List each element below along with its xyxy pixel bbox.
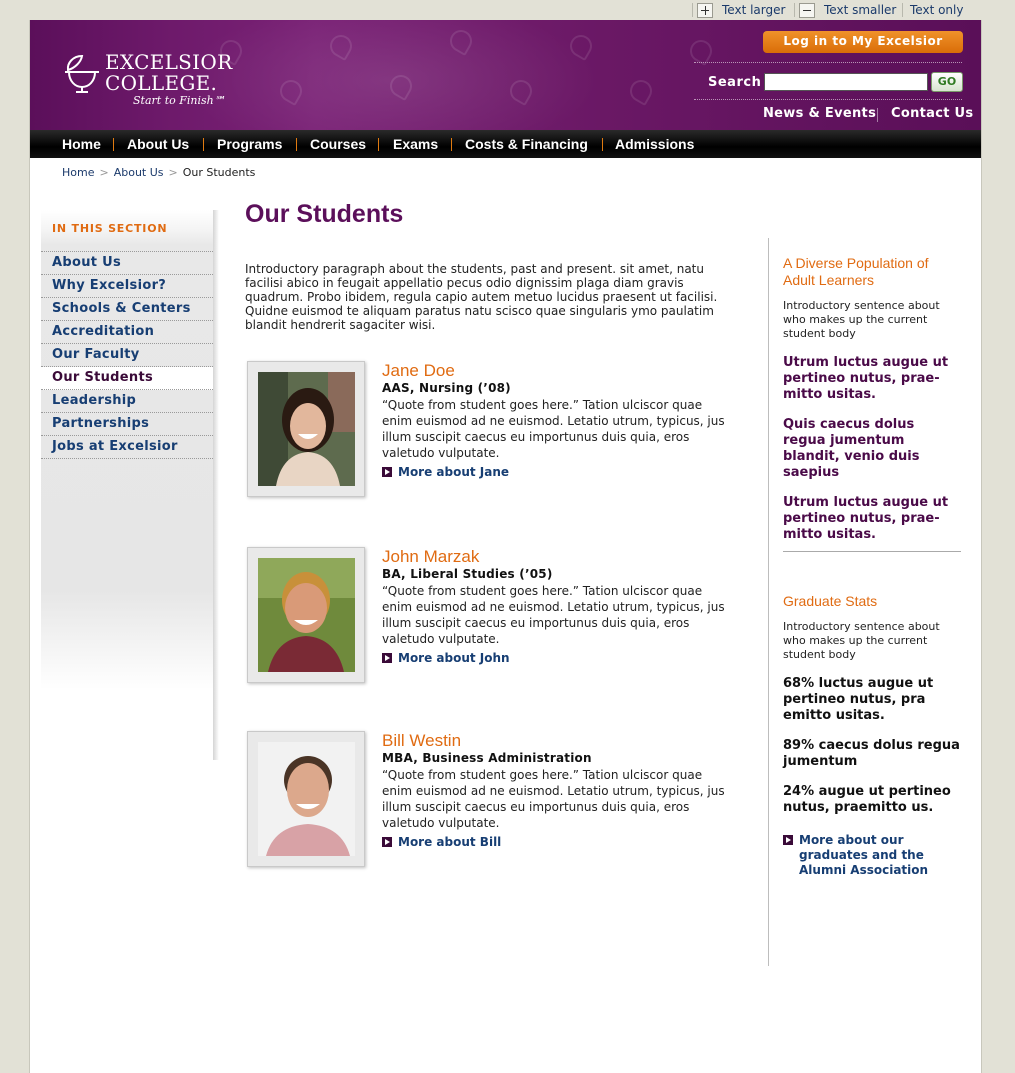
student-profile: Jane Doe AAS, Nursing (’08) “Quote from … — [247, 361, 747, 501]
text-larger-link[interactable]: Text larger — [697, 2, 785, 18]
more-about-jane-link[interactable]: More about Jane — [382, 465, 509, 479]
sidebar-item-jobs[interactable]: Jobs at Excelsior — [41, 436, 213, 459]
arrow-right-icon — [382, 837, 392, 847]
panel-divider — [783, 551, 961, 552]
nav-exams[interactable]: Exams — [393, 130, 438, 158]
sidebar-item-about-us[interactable]: About Us — [41, 252, 213, 275]
student-name: Jane Doe — [382, 361, 455, 380]
column-divider — [768, 238, 769, 966]
student-quote: “Quote from student goes here.” Tation u… — [382, 584, 725, 646]
student-photo — [258, 372, 355, 486]
graduate-stat: 68% luctus augue ut pertineo nutus, pra … — [783, 676, 934, 723]
minus-icon — [799, 2, 815, 18]
nav-programs[interactable]: Programs — [217, 130, 282, 158]
site-header: EXCELSIOR COLLEGE. Start to Finish℠ Log … — [30, 20, 981, 130]
sidebar-item-partnerships[interactable]: Partnerships — [41, 413, 213, 436]
header-divider — [694, 99, 962, 100]
logo-wordmark-line2: COLLEGE. — [105, 71, 218, 95]
logo-tagline: Start to Finish℠ — [133, 94, 225, 107]
text-larger-label: Text larger — [722, 3, 786, 17]
text-smaller-label: Text smaller — [824, 3, 897, 17]
student-quote: “Quote from student goes here.” Tation u… — [382, 398, 725, 460]
more-link-label: More about Bill — [398, 835, 502, 849]
main-nav: Home About Us Programs Courses Exams Cos… — [30, 130, 981, 158]
panel-intro: Introductory sentence about who makes up… — [783, 299, 940, 340]
sidebar-item-leadership[interactable]: Leadership — [41, 390, 213, 413]
breadcrumb-home[interactable]: Home — [62, 166, 94, 179]
arrow-right-icon — [382, 653, 392, 663]
more-about-bill-link[interactable]: More about Bill — [382, 835, 501, 849]
panel-highlight: Utrum luctus augue ut pertineo nutus, pr… — [783, 495, 949, 542]
student-degree: MBA, Business Administration — [382, 751, 592, 765]
login-button[interactable]: Log in to My Excelsior — [763, 31, 963, 53]
search-label: Search — [708, 75, 762, 90]
more-about-john-link[interactable]: More about John — [382, 651, 510, 665]
sidebar-item-our-students[interactable]: Our Students — [41, 367, 213, 390]
student-photo-frame — [247, 547, 365, 683]
student-photo — [258, 558, 355, 672]
page-container: EXCELSIOR COLLEGE. Start to Finish℠ Log … — [29, 20, 982, 1073]
nav-about-us[interactable]: About Us — [127, 130, 189, 158]
sidebar-item-accreditation[interactable]: Accreditation — [41, 321, 213, 344]
alumni-more-label: More about our graduates and the Alumni … — [799, 833, 929, 877]
nav-courses[interactable]: Courses — [310, 130, 366, 158]
excelsior-logo[interactable]: EXCELSIOR COLLEGE. Start to Finish℠ — [63, 50, 232, 110]
student-photo-frame — [247, 731, 365, 867]
panel-heading: A Diverse Population of Adult Learners — [783, 255, 929, 288]
graduate-stat: 24% augue ut pertineo nutus, praemitto u… — [783, 784, 951, 815]
sidebar-title: IN THIS SECTION — [52, 222, 168, 235]
page-title: Our Students — [245, 200, 404, 228]
sidebar-item-why-excelsior[interactable]: Why Excelsior? — [41, 275, 213, 298]
more-link-label: More about Jane — [398, 465, 510, 479]
text-smaller-link[interactable]: Text smaller — [799, 2, 896, 18]
nav-costs-financing[interactable]: Costs & Financing — [465, 130, 588, 158]
graduate-stat: 89% caecus dolus regua jumentum — [783, 738, 960, 769]
arrow-right-icon — [382, 467, 392, 477]
student-name: Bill Westin — [382, 731, 462, 750]
nav-admissions[interactable]: Admissions — [615, 130, 694, 158]
logo-mark-icon — [65, 54, 99, 93]
contact-us-link[interactable]: Contact Us — [891, 106, 973, 121]
utility-divider — [692, 3, 693, 17]
breadcrumb-current: Our Students — [182, 166, 256, 179]
student-degree: BA, Liberal Studies (’05) — [382, 567, 553, 581]
plus-icon — [697, 2, 713, 18]
arrow-right-icon — [783, 835, 793, 845]
more-link-label: More about John — [398, 651, 510, 665]
alumni-more-link[interactable]: More about our graduates and the Alumni … — [783, 833, 961, 878]
student-photo — [258, 742, 355, 856]
utility-divider — [794, 3, 795, 17]
breadcrumb: Home > About Us > Our Students — [62, 166, 256, 179]
diverse-population-panel: A Diverse Population of Adult Learners I… — [783, 255, 961, 543]
text-only-label: Text only — [910, 3, 964, 17]
breadcrumb-about-us[interactable]: About Us — [114, 166, 164, 179]
nav-home[interactable]: Home — [62, 130, 101, 158]
panel-highlight: Quis caecus dolus regua jumentum blandit… — [783, 417, 920, 480]
student-profile: John Marzak BA, Liberal Studies (’05) “Q… — [247, 547, 747, 687]
utility-bar: Text larger Text smaller Text only — [0, 0, 1015, 20]
student-quote: “Quote from student goes here.” Tation u… — [382, 768, 725, 830]
panel-heading: Graduate Stats — [783, 593, 878, 609]
text-only-link[interactable]: Text only — [910, 2, 963, 18]
sidebar-list: About Us Why Excelsior? Schools & Center… — [41, 251, 213, 459]
section-sidebar: IN THIS SECTION About Us Why Excelsior? … — [41, 210, 213, 690]
news-events-link[interactable]: News & Events — [763, 106, 876, 121]
graduate-stats-panel: Graduate Stats Introductory sentence abo… — [783, 593, 961, 816]
panel-intro: Introductory sentence about who makes up… — [783, 620, 940, 661]
panel-highlight: Utrum luctus augue ut pertineo nutus, pr… — [783, 355, 949, 402]
search-go-button[interactable]: GO — [931, 72, 963, 92]
header-divider — [694, 62, 962, 63]
student-photo-frame — [247, 361, 365, 497]
utility-divider — [902, 3, 903, 17]
sidebar-item-schools-centers[interactable]: Schools & Centers — [41, 298, 213, 321]
header-link-separator — [877, 108, 878, 122]
sidebar-item-our-faculty[interactable]: Our Faculty — [41, 344, 213, 367]
student-profile: Bill Westin MBA, Business Administration… — [247, 731, 747, 871]
intro-paragraph: Introductory paragraph about the student… — [245, 262, 718, 332]
student-degree: AAS, Nursing (’08) — [382, 381, 511, 395]
student-name: John Marzak — [382, 547, 480, 566]
search-input[interactable] — [764, 73, 928, 91]
